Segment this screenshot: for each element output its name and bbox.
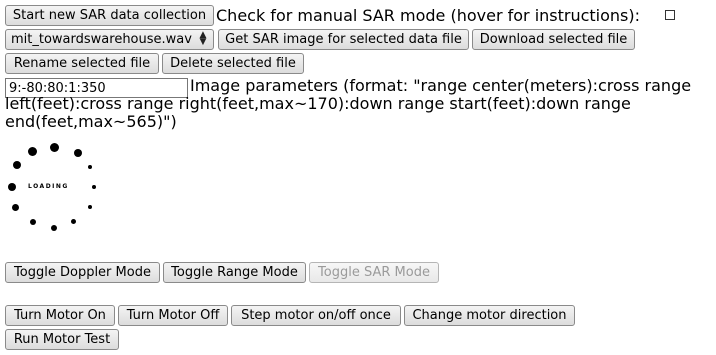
loading-text: LOADING bbox=[28, 183, 69, 190]
turn-motor-off-button[interactable]: Turn Motor Off bbox=[118, 305, 228, 326]
toggle-sar-mode-button[interactable]: Toggle SAR Mode bbox=[309, 262, 439, 283]
manual-sar-mode-label: Check for manual SAR mode (hover for ins… bbox=[216, 6, 641, 25]
toggle-doppler-mode-button[interactable]: Toggle Doppler Mode bbox=[5, 262, 160, 283]
rename-file-button[interactable]: Rename selected file bbox=[5, 53, 159, 74]
delete-file-button[interactable]: Delete selected file bbox=[162, 53, 304, 74]
change-motor-direction-button[interactable]: Change motor direction bbox=[404, 305, 575, 326]
turn-motor-on-button[interactable]: Turn Motor On bbox=[5, 305, 115, 326]
run-motor-test-button[interactable]: Run Motor Test bbox=[5, 329, 119, 350]
step-motor-button[interactable]: Step motor on/off once bbox=[231, 305, 401, 326]
start-sar-collection-button[interactable]: Start new SAR data collection bbox=[5, 5, 214, 26]
toggle-range-mode-button[interactable]: Toggle Range Mode bbox=[163, 262, 306, 283]
image-params-description: Image parameters (format: "range center(… bbox=[5, 76, 692, 131]
loading-spinner: LOADING bbox=[6, 143, 100, 233]
file-select-value: mit_towardswarehouse.wav bbox=[11, 32, 192, 47]
get-sar-image-button[interactable]: Get SAR image for selected data file bbox=[218, 29, 469, 50]
file-select[interactable]: mit_towardswarehouse.wav ▲ ▼ bbox=[5, 29, 214, 50]
download-file-button[interactable]: Download selected file bbox=[472, 29, 635, 50]
manual-sar-mode-checkbox[interactable] bbox=[665, 10, 675, 20]
select-arrows-icon: ▲ ▼ bbox=[199, 30, 207, 47]
